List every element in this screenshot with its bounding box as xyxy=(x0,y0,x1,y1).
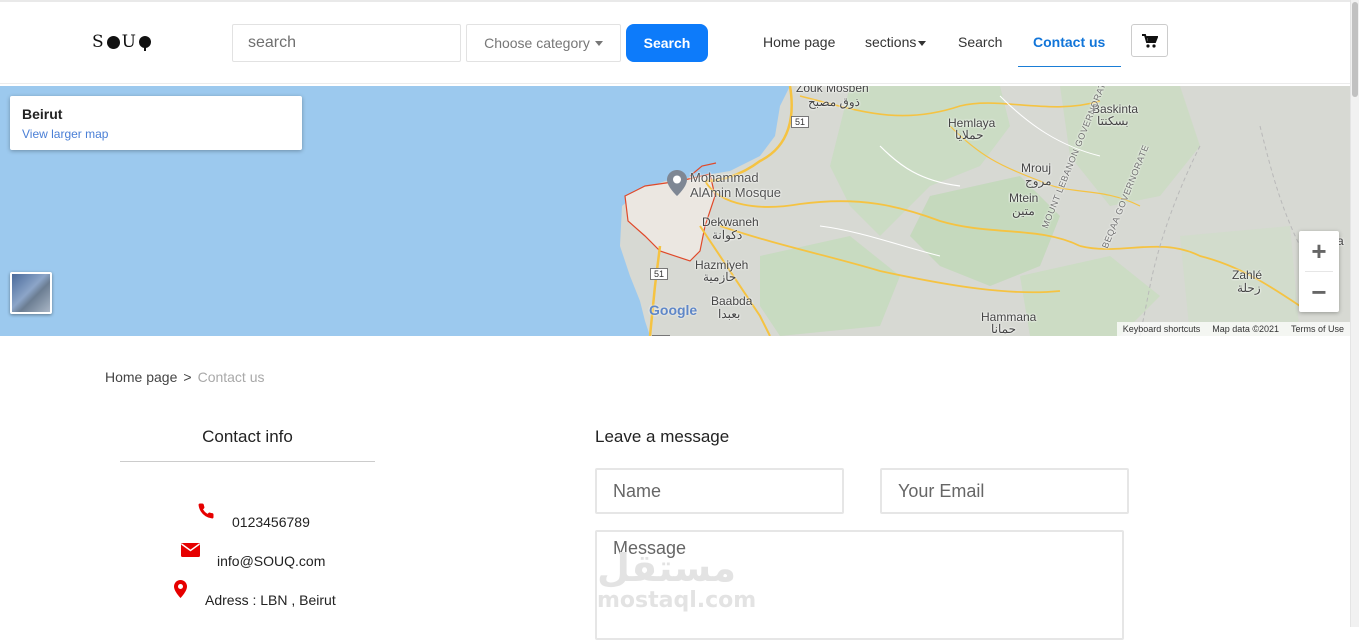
cart-icon xyxy=(1141,33,1158,48)
map-label-baabda: Baabda xyxy=(711,294,753,308)
location-pin-icon xyxy=(174,580,187,598)
map-label-baskinta-ar: بسكنتا xyxy=(1097,114,1129,128)
category-dropdown-label: Choose category xyxy=(484,35,590,51)
page-scrollbar[interactable] xyxy=(1350,0,1359,627)
site-logo[interactable]: S U xyxy=(92,32,151,52)
map-info-card: Beirut View larger map xyxy=(10,96,302,150)
chevron-down-icon xyxy=(594,40,603,46)
category-dropdown[interactable]: Choose category xyxy=(466,24,621,62)
search-input[interactable] xyxy=(232,24,461,62)
zoom-out-button[interactable]: − xyxy=(1299,272,1339,312)
satellite-toggle[interactable] xyxy=(10,272,52,314)
embedded-map[interactable]: Beirut View larger map Zouk Mosbeh ذوق م… xyxy=(0,86,1350,336)
contact-email: info@SOUQ.com xyxy=(217,553,326,569)
logo-letter-s: S xyxy=(92,32,105,52)
map-label-dekwaneh-ar: دكوانة xyxy=(712,228,743,242)
nav-sections-label: sections xyxy=(865,34,917,50)
search-button[interactable]: Search xyxy=(626,24,708,62)
google-logo: Google xyxy=(649,302,698,318)
nav-home-page[interactable]: Home page xyxy=(763,34,835,50)
map-place-name: Beirut xyxy=(22,106,63,122)
breadcrumb-current: Contact us xyxy=(197,369,265,385)
view-larger-map-link[interactable]: View larger map xyxy=(22,127,290,141)
keyboard-shortcuts-link[interactable]: Keyboard shortcuts xyxy=(1123,324,1201,334)
contact-phone: 0123456789 xyxy=(232,514,310,530)
contact-address: Adress : LBN , Beirut xyxy=(205,592,336,608)
map-footer: Keyboard shortcuts Map data ©2021 Terms … xyxy=(1116,322,1350,336)
map-label-zahle: Zahlé xyxy=(1232,268,1263,282)
nav-active-indicator xyxy=(1018,66,1121,67)
map-label-mtein: Mtein xyxy=(1009,191,1039,205)
map-label-mosque-1: Mohammad xyxy=(690,170,759,185)
message-textarea[interactable] xyxy=(595,530,1124,640)
map-label-baabda-ar: بعبدا xyxy=(718,307,741,321)
chevron-down-icon xyxy=(918,40,927,46)
terms-of-use-link[interactable]: Terms of Use xyxy=(1291,324,1344,334)
map-label-dekwaneh: Dekwaneh xyxy=(702,215,759,229)
map-label-mrouj-ar: مروج xyxy=(1025,174,1052,188)
contact-info-title: Contact info xyxy=(202,427,293,446)
logo-drop-icon xyxy=(138,36,151,51)
map-label-mosque-2: AlAmin Mosque xyxy=(690,185,782,200)
breadcrumb-home-link[interactable]: Home page xyxy=(105,369,177,385)
map-label-zouk: Zouk Mosbeh xyxy=(796,86,869,95)
nav-contact-us[interactable]: Contact us xyxy=(1033,34,1105,50)
scrollbar-thumb[interactable] xyxy=(1352,2,1358,97)
site-header: S U Choose category Search Home page sec… xyxy=(0,2,1350,84)
map-label-zahle-ar: زحلة xyxy=(1237,281,1261,295)
contact-info-divider xyxy=(120,461,375,462)
breadcrumb: Home page > Contact us xyxy=(105,369,265,385)
map-label-hazmiyeh-ar: حازمية xyxy=(703,270,737,284)
cart-button[interactable] xyxy=(1131,24,1168,57)
leave-message-title: Leave a message xyxy=(595,427,730,446)
road-shield-51-north: 51 xyxy=(791,116,810,128)
name-input[interactable] xyxy=(595,468,844,514)
map-zoom-control: + − xyxy=(1299,231,1339,312)
email-input[interactable] xyxy=(880,468,1129,514)
road-shield-51-center: 51 xyxy=(650,268,669,280)
nav-sections[interactable]: sections xyxy=(865,34,927,50)
zoom-in-button[interactable]: + xyxy=(1299,231,1339,271)
phone-icon xyxy=(198,503,214,519)
logo-dot-icon xyxy=(106,35,120,49)
envelope-icon xyxy=(181,543,200,557)
map-label-hemlaya-ar: حملايا xyxy=(955,128,984,142)
map-label-zouk-ar: ذوق مصبح xyxy=(808,95,860,109)
logo-letter-u: U xyxy=(121,32,137,52)
map-data-attribution: Map data ©2021 xyxy=(1212,324,1279,334)
breadcrumb-separator: > xyxy=(183,369,192,385)
map-label-hammana-ar: حمانا xyxy=(991,322,1017,336)
map-label-mrouj: Mrouj xyxy=(1021,161,1052,175)
mosque-pin-icon[interactable] xyxy=(667,170,687,196)
nav-search[interactable]: Search xyxy=(958,34,1002,50)
map-label-mtein-ar: متين xyxy=(1012,204,1035,218)
road-shield-51-south: 51 xyxy=(652,335,671,336)
